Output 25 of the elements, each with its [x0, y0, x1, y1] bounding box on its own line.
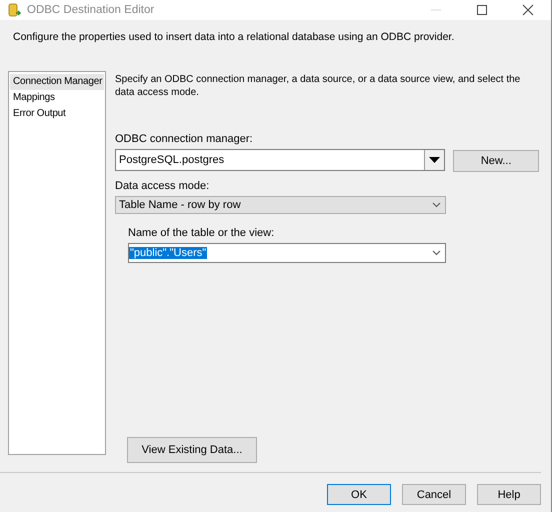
new-button[interactable]: New...	[453, 150, 539, 172]
dropdown-field[interactable]: Table Name - row by row	[115, 196, 446, 214]
field-label: Data access mode:	[115, 180, 210, 192]
dialog-button[interactable]: OK	[327, 484, 391, 505]
triangle-down-icon	[429, 157, 440, 163]
dropdown-button[interactable]	[424, 150, 444, 170]
field-label: Name of the table or the view:	[128, 227, 276, 239]
field-label: ODBC connection manager:	[115, 133, 254, 145]
dropdown-field[interactable]: "public"."Users"	[128, 243, 446, 263]
description-text: Configure the properties used to insert data into a relational database using an ODBC provider.	[12, 30, 456, 45]
sidebar-item[interactable]: Error Output	[10, 106, 104, 122]
instruction-text: Specify an ODBC connection manager, a data source, or a data source view, and select the data access mode.	[115, 73, 522, 100]
combo-value: Table Name - row by row	[118, 199, 242, 211]
window-title: ODBC Destination Editor	[27, 4, 156, 16]
chevron-down-icon[interactable]	[432, 202, 441, 208]
sidebar-item[interactable]: Mappings	[10, 90, 104, 106]
combo-value: "public"."Users"	[129, 247, 208, 259]
dialog-button[interactable]: Cancel	[402, 484, 466, 505]
sidebar-item[interactable]: Connection Manager	[10, 74, 104, 90]
database-icon	[8, 3, 22, 17]
combo-value: PostgreSQL.postgres	[118, 154, 226, 166]
view-data-button[interactable]: View Existing Data...	[127, 437, 257, 463]
dropdown-field[interactable]: PostgreSQL.postgres	[115, 149, 446, 171]
chevron-down-icon[interactable]	[432, 250, 441, 256]
dialog-button[interactable]: Help	[477, 484, 541, 505]
